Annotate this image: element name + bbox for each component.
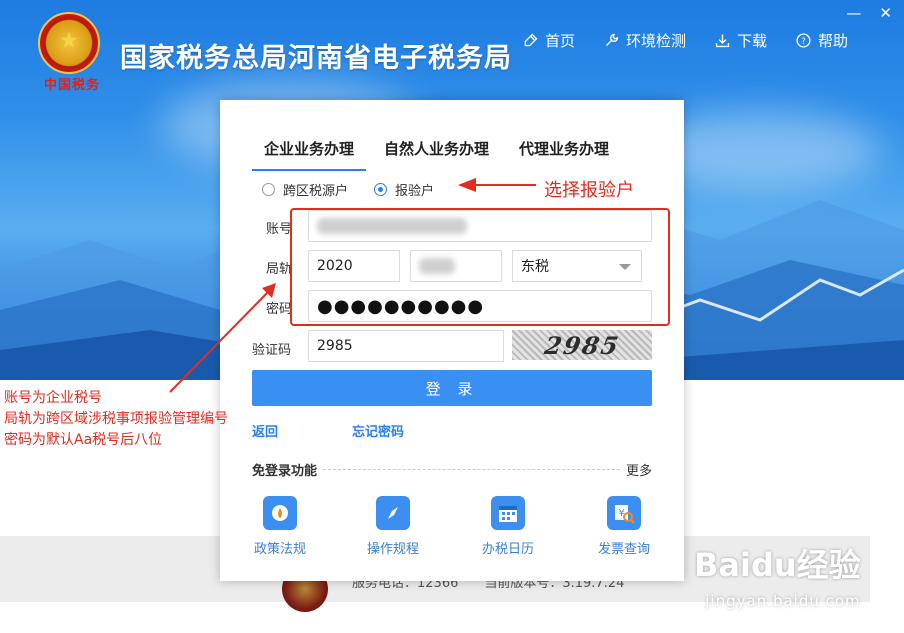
tab-agent[interactable]: 代理业务办理 <box>507 130 621 171</box>
annotation-field-explanation: 账号为企业税号 局轨为跨区域涉税事项报验管理编号 密码为默认Aa税号后八位 <box>4 388 228 451</box>
login-panel: 企业业务办理 自然人业务办理 代理业务办理 跨区税源户 报验户 账号 局轨 20… <box>220 100 684 581</box>
radio-cross-region-label: 跨区税源户 <box>283 184 349 199</box>
calendar-icon <box>491 496 525 530</box>
bureau-label: 局轨 <box>266 262 293 277</box>
quick-link-invoice-search-label: 发票查询 <box>597 542 650 557</box>
baidu-jingyan-watermark: Baidu经验 jingyan.baidu.com <box>694 540 861 610</box>
forgot-password-link[interactable]: 忘记密码 <box>352 421 404 440</box>
watermark-logo: Baidu经验 <box>694 546 861 584</box>
invoice-search-icon: ¥ <box>607 496 641 530</box>
quick-link-procedures[interactable]: 操作规程 <box>348 496 438 557</box>
quick-link-policy[interactable]: 政策法规 <box>235 496 325 557</box>
radio-inspection-label: 报验户 <box>395 184 435 199</box>
compass-icon <box>376 496 410 530</box>
nav-environment-label: 环境检测 <box>626 32 687 50</box>
free-login-section-header: 免登录功能 更多 <box>252 460 652 479</box>
nav-help[interactable]: ? 帮助 <box>795 30 848 51</box>
captcha-image-text: 2985 <box>542 330 622 360</box>
tab-individual[interactable]: 自然人业务办理 <box>372 130 501 171</box>
nav-environment-check[interactable]: 环境检测 <box>603 30 686 51</box>
login-tabs: 企业业务办理 自然人业务办理 代理业务办理 <box>252 130 627 171</box>
emblem-caption: 中国税务 <box>44 78 101 93</box>
highlight-box <box>290 208 670 326</box>
annotation-line: 密码为默认Aa税号后八位 <box>4 432 163 448</box>
taxpayer-type-radios: 跨区税源户 报验户 <box>262 180 434 199</box>
radio-indicator <box>262 183 275 196</box>
quick-link-tax-calendar-label: 办税日历 <box>481 542 534 557</box>
quick-link-tax-calendar[interactable]: 办税日历 <box>463 496 553 557</box>
login-button[interactable]: 登 录 <box>252 370 652 406</box>
account-label: 账号 <box>266 222 293 237</box>
captcha-label: 验证码 <box>252 343 292 358</box>
free-login-title: 免登录功能 <box>252 464 318 479</box>
svg-text:?: ? <box>801 37 806 47</box>
nav-download-label: 下载 <box>737 32 768 50</box>
top-navigation: 首页 环境检测 下载 ? 帮助 <box>522 30 876 51</box>
help-icon: ? <box>796 33 811 48</box>
nav-help-label: 帮助 <box>818 32 849 50</box>
more-link[interactable]: 更多 <box>626 460 652 479</box>
nav-home-label: 首页 <box>545 32 576 50</box>
watermark-url: jingyan.baidu.com <box>705 592 861 610</box>
star-icon: ★ <box>59 28 79 54</box>
annotation-select-hint: 选择报验户 <box>544 180 634 201</box>
back-link[interactable]: 返回 <box>252 421 278 440</box>
password-label: 密码 <box>266 302 293 317</box>
captcha-input[interactable]: 2985 <box>308 330 504 362</box>
national-emblem-logo: ★ <box>38 12 100 74</box>
quick-link-invoice-search[interactable]: ¥ 发票查询 <box>579 496 669 557</box>
nav-home[interactable]: 首页 <box>522 30 575 51</box>
quick-link-procedures-label: 操作规程 <box>366 542 419 557</box>
captcha-input-value: 2985 <box>317 338 353 354</box>
download-icon <box>715 34 730 48</box>
nav-download[interactable]: 下载 <box>714 30 767 51</box>
policy-icon <box>263 496 297 530</box>
divider <box>323 469 620 470</box>
radio-cross-region[interactable]: 跨区税源户 <box>262 180 348 199</box>
captcha-image[interactable]: 2985 <box>512 330 652 360</box>
site-title: 国家税务总局河南省电子税务局 <box>120 43 512 74</box>
tab-enterprise[interactable]: 企业业务办理 <box>252 130 367 171</box>
minimize-button[interactable]: — <box>846 4 861 22</box>
wrench-icon <box>605 33 619 47</box>
radio-inspection-registered[interactable]: 报验户 <box>374 180 434 199</box>
radio-indicator-selected <box>374 183 388 196</box>
annotation-line: 局轨为跨区域涉税事项报验管理编号 <box>4 411 228 427</box>
annotation-line: 账号为企业税号 <box>4 390 102 406</box>
window-controls: — ✕ <box>846 4 892 22</box>
close-button[interactable]: ✕ <box>879 4 892 22</box>
home-icon <box>524 33 538 47</box>
quick-link-policy-label: 政策法规 <box>253 542 306 557</box>
